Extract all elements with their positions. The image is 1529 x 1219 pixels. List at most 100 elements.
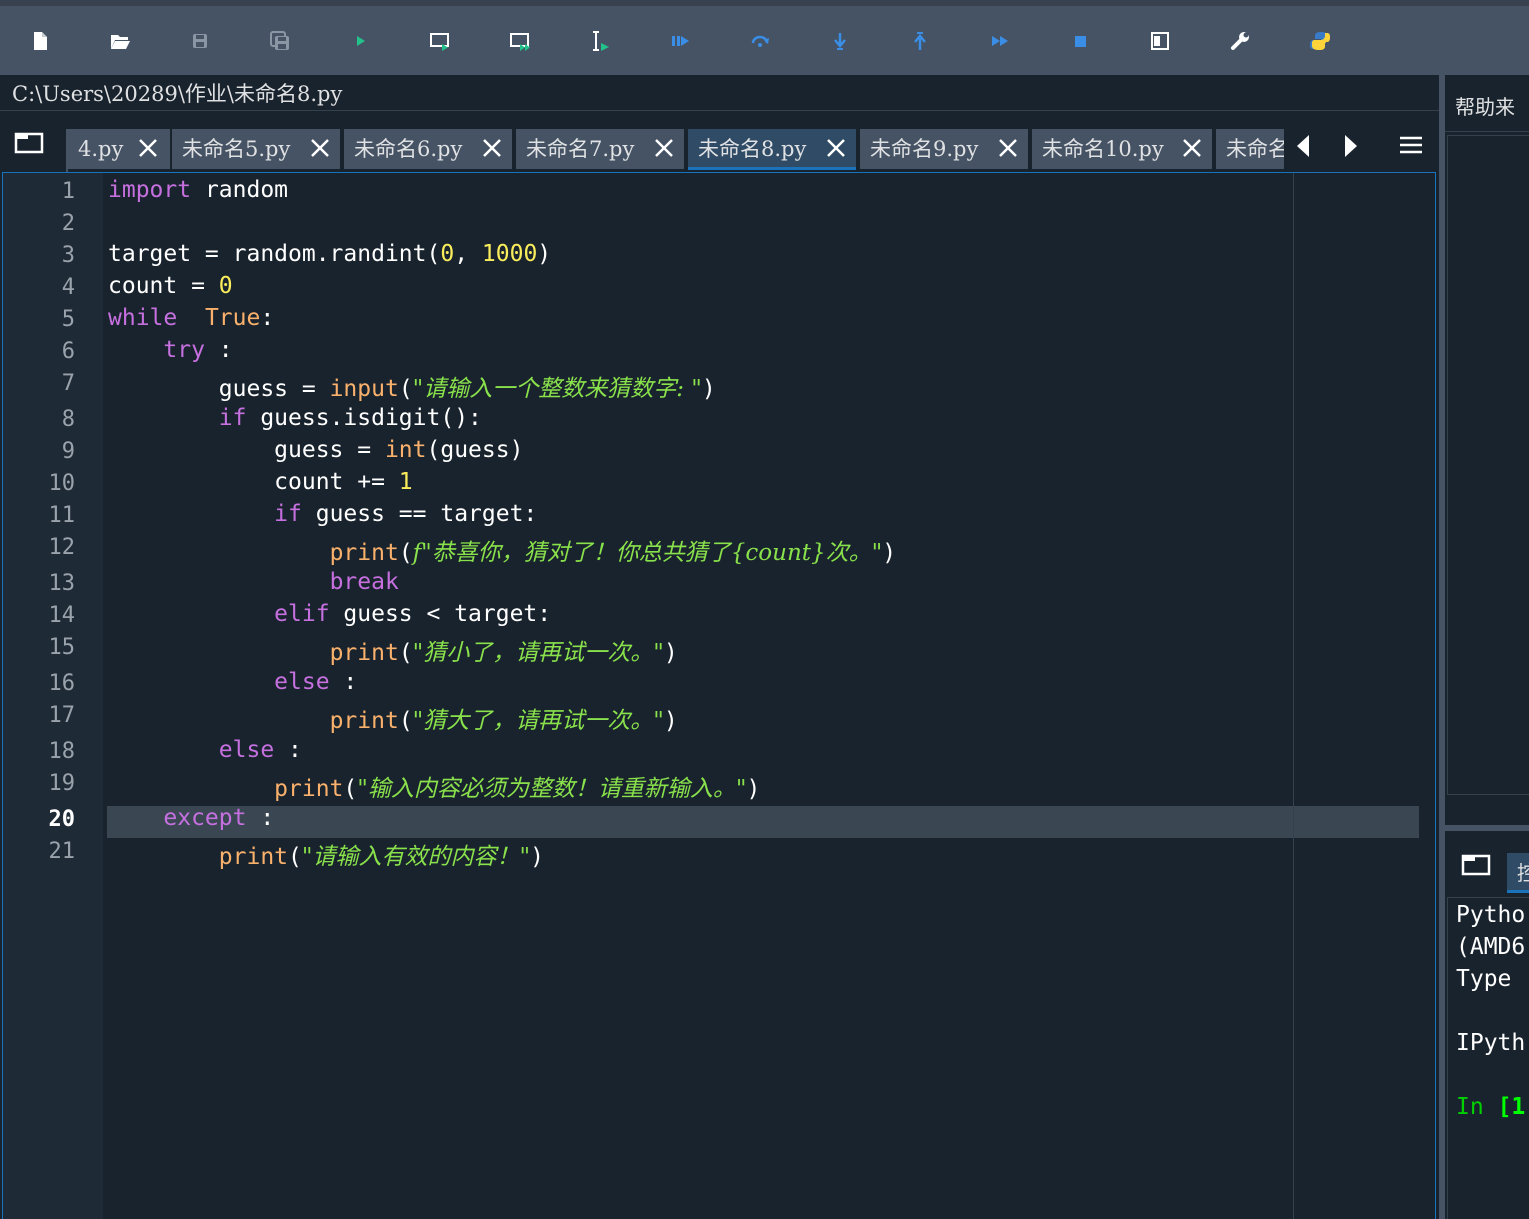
browse-tabs-icon[interactable]: [1461, 853, 1491, 877]
run-icon[interactable]: [347, 28, 373, 54]
step-return-icon[interactable]: [907, 28, 933, 54]
code-line: except :: [108, 805, 274, 831]
close-icon[interactable]: [308, 136, 332, 160]
console-tab[interactable]: 控: [1507, 853, 1529, 893]
continue-icon[interactable]: [987, 28, 1013, 54]
code-token: print: [329, 708, 399, 734]
code-token: ): [746, 776, 761, 802]
close-icon[interactable]: [136, 136, 160, 160]
code-token: "请输入一个整数来猜数字: ": [412, 376, 702, 402]
stop-icon[interactable]: [1067, 28, 1093, 54]
editor-tab[interactable]: 未命名1: [1216, 129, 1284, 169]
edge-line: [1293, 173, 1294, 1219]
console-prompt[interactable]: In [1: [1456, 1094, 1525, 1120]
editor-tab-active[interactable]: 未命名8.py: [688, 129, 856, 170]
code-token: print: [274, 776, 344, 802]
close-icon[interactable]: [996, 136, 1020, 160]
close-icon[interactable]: [1180, 136, 1204, 160]
code-token: :: [260, 305, 275, 331]
editor-tabs: 4.py 未命名5.py 未命名6.py 未命名7.py 未命名8.py 未命名…: [66, 129, 1284, 173]
vertical-scrollbar[interactable]: [1419, 173, 1435, 1219]
save-icon[interactable]: [187, 28, 213, 54]
code-line: print("输入内容必须为整数！请重新输入。"): [108, 769, 760, 803]
tab-label: 未命名7.py: [526, 137, 635, 161]
run-cell-icon[interactable]: [427, 28, 453, 54]
debug-icon[interactable]: [667, 28, 693, 54]
editor-pane: C:\Users\20289\作业\未命名8.py 4.py 未命名5.py 未…: [0, 75, 1439, 1219]
editor-tab[interactable]: 4.py: [68, 129, 170, 169]
code-token: input: [329, 376, 399, 402]
code-line: count = 0: [108, 273, 233, 299]
save-all-icon[interactable]: [267, 28, 293, 54]
code-token: try: [163, 337, 219, 363]
editor-tab[interactable]: 未命名7.py: [516, 129, 684, 169]
line-number: 7: [61, 371, 75, 396]
code-token: :: [288, 737, 302, 763]
line-number: 10: [48, 471, 76, 496]
preferences-icon[interactable]: [1227, 28, 1253, 54]
line-number: 4: [61, 275, 75, 300]
code-token: ): [882, 540, 897, 566]
editor-tab[interactable]: 未命名6.py: [344, 129, 512, 169]
code-line: elif guess < target:: [108, 601, 551, 627]
file-path-label: C:\Users\20289\作业\未命名8.py: [0, 75, 1439, 111]
tab-label: 未命名9.py: [870, 137, 979, 161]
close-icon[interactable]: [480, 136, 504, 160]
code-token: (: [398, 708, 413, 734]
run-cell-advance-icon[interactable]: [507, 28, 533, 54]
hamburger-menu-icon[interactable]: [1398, 134, 1424, 156]
code-token: int: [384, 437, 427, 463]
scroll-tabs-left-icon[interactable]: [1293, 133, 1315, 159]
line-number: 13: [48, 571, 76, 596]
code-line: else :: [108, 669, 357, 695]
line-number: 12: [48, 535, 76, 560]
scroll-tabs-right-icon[interactable]: [1339, 133, 1361, 159]
line-number: 3: [61, 243, 75, 268]
code-editor[interactable]: 1 2 3 4 5 6 7 8 9 10 11 12 13 14 15 16 17 18 19 20 21 import…: [2, 172, 1436, 1219]
editor-tab[interactable]: 未命名9.py: [860, 129, 1028, 169]
main-toolbar: [0, 0, 1529, 75]
editor-tab[interactable]: 未命名10.py: [1032, 129, 1212, 169]
code-token: else: [274, 669, 344, 695]
code-token: 1: [398, 469, 413, 495]
code-token: print: [329, 540, 399, 566]
line-number: 18: [48, 739, 76, 764]
code-token: ): [663, 708, 678, 734]
close-icon[interactable]: [824, 136, 848, 160]
maximize-pane-icon[interactable]: [1147, 28, 1173, 54]
line-number: 1: [61, 179, 75, 204]
new-file-icon[interactable]: [27, 28, 53, 54]
tab-label: 未命名1: [1226, 137, 1284, 161]
step-into-icon[interactable]: [827, 28, 853, 54]
code-token: break: [329, 569, 399, 595]
code-token: print: [329, 640, 399, 666]
code-token: ): [530, 844, 544, 870]
code-token: "猜小了，请再试一次。": [412, 640, 664, 666]
line-number-gutter: 1 2 3 4 5 6 7 8 9 10 11 12 13 14 15 16 17 18 19 20 21: [3, 173, 103, 1219]
tab-label: 4.py: [78, 137, 124, 161]
code-token: import: [108, 177, 205, 203]
open-file-icon[interactable]: [107, 28, 133, 54]
console-line: Pytho: [1456, 902, 1526, 928]
code-line: print("猜大了，请再试一次。"): [108, 701, 678, 735]
line-number: 20: [48, 807, 76, 832]
code-line: count += 1: [108, 469, 413, 495]
editor-tab[interactable]: 未命名5.py: [172, 129, 340, 169]
step-over-icon[interactable]: [747, 28, 773, 54]
console-output[interactable]: Pytho (AMD6 Type IPyth In [1: [1447, 897, 1529, 1219]
code-token: 0: [440, 241, 455, 267]
line-number: 21: [48, 839, 76, 864]
code-token: ): [701, 376, 716, 402]
code-token: count =: [108, 273, 219, 299]
close-icon[interactable]: [652, 136, 676, 160]
browse-tabs-icon[interactable]: [14, 131, 44, 155]
code-line: else :: [108, 737, 302, 763]
python-path-icon[interactable]: [1307, 28, 1333, 54]
code-token: 0: [218, 273, 233, 299]
code-token: elif: [274, 601, 344, 627]
code-token: "请输入有效的内容！": [301, 844, 531, 870]
run-selection-icon[interactable]: [587, 28, 613, 54]
code-token: guess.isdigit():: [260, 405, 482, 431]
